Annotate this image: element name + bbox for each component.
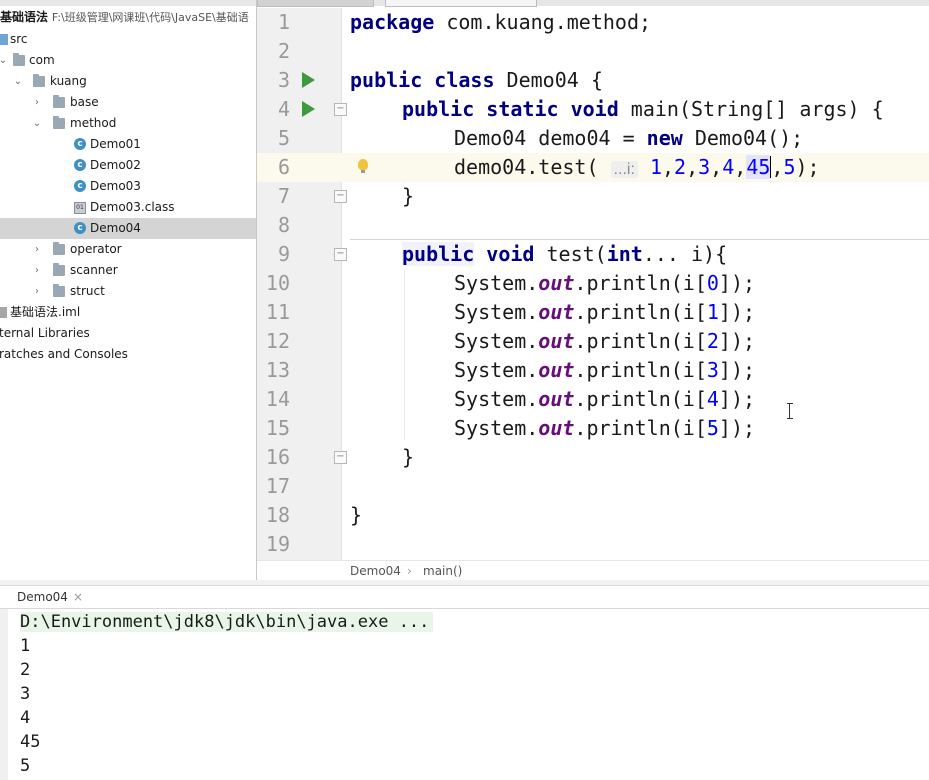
fold-icon[interactable]: −: [334, 248, 347, 261]
console-line: 1: [20, 636, 31, 656]
intention-bulb-icon[interactable]: [358, 159, 368, 173]
mouse-ibeam-cursor-icon: [787, 403, 793, 419]
tree-item-demo01[interactable]: c Demo01: [0, 134, 256, 155]
run-main-icon[interactable]: [302, 101, 315, 117]
code-editor[interactable]: 1 package com.kuang.method; 2 3 public c…: [257, 0, 929, 580]
code-line-12[interactable]: 12 System.out.println(i[2]);: [257, 327, 929, 356]
java-class-icon: c: [74, 222, 86, 234]
tree-item-module-file[interactable]: 基础语法.iml: [0, 302, 256, 323]
code-line-3[interactable]: 3 public class Demo04 {: [257, 66, 929, 95]
code-line-8[interactable]: 8: [257, 211, 929, 240]
tree-item-scanner[interactable]: › scanner: [0, 260, 256, 281]
project-tree: 基础语法 F:\班级管理\网课班\代码\JavaSE\基础语 src ⌄ com…: [0, 8, 256, 365]
code-line-14[interactable]: 14 System.out.println(i[4]);: [257, 385, 929, 414]
tree-item-demo03[interactable]: c Demo03: [0, 176, 256, 197]
code-line-11[interactable]: 11 System.out.println(i[1]);: [257, 298, 929, 327]
console-line: 4: [20, 708, 31, 728]
code-line-1[interactable]: 1 package com.kuang.method;: [257, 8, 929, 37]
module-path: F:\班级管理\网课班\代码\JavaSE\基础语: [51, 11, 249, 24]
project-tool-window: 基础语法 F:\班级管理\网课班\代码\JavaSE\基础语 src ⌄ com…: [0, 0, 256, 580]
console-toolbar: [0, 609, 8, 780]
code-line-16[interactable]: 16 − }: [257, 443, 929, 472]
tree-item-com[interactable]: ⌄ com: [0, 50, 256, 71]
java-class-icon: c: [74, 159, 86, 171]
fold-end-icon[interactable]: −: [334, 190, 347, 203]
code-line-17[interactable]: 17: [257, 472, 929, 501]
run-class-icon[interactable]: [302, 72, 315, 88]
run-tool-window: Demo04 × D:\Environment\jdk8\jdk\bin\jav…: [0, 580, 929, 780]
collapse-arrow-icon[interactable]: ⌄: [32, 113, 42, 134]
expand-arrow-icon[interactable]: ›: [32, 92, 42, 113]
code-line-15[interactable]: 15 System.out.println(i[5]);: [257, 414, 929, 443]
tree-item-kuang[interactable]: ⌄ kuang: [0, 71, 256, 92]
close-icon[interactable]: ×: [73, 586, 83, 608]
console-output[interactable]: D:\Environment\jdk8\jdk\bin\java.exe ...…: [20, 610, 434, 778]
fold-icon[interactable]: −: [334, 103, 347, 116]
console-line: 45: [20, 732, 41, 752]
console-command-line: D:\Environment\jdk8\jdk\bin\java.exe ...: [20, 612, 434, 632]
tree-item-external-libraries[interactable]: ternal Libraries: [0, 323, 256, 344]
tree-item-demo02[interactable]: c Demo02: [0, 155, 256, 176]
code-line-19[interactable]: 19: [257, 530, 929, 559]
tree-item-demo03-class[interactable]: 01 Demo03.class: [0, 197, 256, 218]
tree-item-struct[interactable]: › struct: [0, 281, 256, 302]
tree-item-operator[interactable]: › operator: [0, 239, 256, 260]
source-folder-icon: [0, 34, 8, 45]
run-panel-header: [0, 580, 929, 586]
run-tab-demo04[interactable]: Demo04 ×: [0, 586, 90, 608]
run-tab-label: Demo04: [17, 590, 68, 604]
console-line: 2: [20, 660, 31, 680]
module-name: 基础语法: [0, 10, 49, 24]
package-icon: [53, 116, 65, 129]
divider: [0, 608, 929, 609]
code-line-13[interactable]: 13 System.out.println(i[3]);: [257, 356, 929, 385]
editor-tab[interactable]: [257, 0, 374, 7]
package-icon: [53, 242, 65, 255]
package-icon: [53, 263, 65, 276]
tree-item-scratches-and-consoles[interactable]: ratches and Consoles: [0, 344, 256, 365]
project-root-header[interactable]: 基础语法 F:\班级管理\网课班\代码\JavaSE\基础语: [0, 8, 256, 29]
editor-tab-strip: [257, 0, 929, 7]
package-icon: [53, 284, 65, 297]
binary-file-icon: 01: [74, 202, 86, 214]
code-line-10[interactable]: 10 System.out.println(i[0]);: [257, 269, 929, 298]
code-line-5[interactable]: 5 Demo04 demo04 = new Demo04();: [257, 124, 929, 153]
expand-arrow-icon[interactable]: ›: [32, 281, 42, 302]
breadcrumb-class[interactable]: Demo04: [350, 561, 401, 580]
console-line: 5: [20, 756, 31, 776]
code-line-7[interactable]: 7 − }: [257, 182, 929, 211]
expand-arrow-icon[interactable]: ›: [32, 239, 42, 260]
breadcrumb-separator-icon: ›: [407, 564, 412, 578]
console-line: 3: [20, 684, 31, 704]
code-line-18[interactable]: 18 }: [257, 501, 929, 530]
tree-item-base[interactable]: › base: [0, 92, 256, 113]
code-line-2[interactable]: 2: [257, 37, 929, 66]
package-icon: [33, 74, 45, 87]
java-class-icon: c: [74, 138, 86, 150]
breadcrumb: Demo04 › main(): [257, 560, 929, 580]
package-icon: [53, 95, 65, 108]
module-file-icon: [0, 307, 7, 318]
code-line-4[interactable]: 4 − public static void main(String[] arg…: [257, 95, 929, 124]
tree-item-demo04[interactable]: c Demo04: [0, 218, 256, 239]
collapse-arrow-icon[interactable]: ⌄: [0, 50, 8, 71]
code-line-6[interactable]: 6 demo04.test( ...i: 1,2,3,4,45,5);: [257, 153, 929, 182]
fold-end-icon[interactable]: −: [334, 451, 347, 464]
editor-tab-active[interactable]: [385, 0, 537, 7]
expand-arrow-icon[interactable]: ›: [32, 260, 42, 281]
project-toolbar: [0, 0, 256, 6]
code-line-9[interactable]: 9 − public void test(int... i){: [257, 240, 929, 269]
tree-item-src[interactable]: src: [0, 29, 256, 50]
package-icon: [13, 53, 25, 66]
collapse-arrow-icon[interactable]: ⌄: [13, 71, 23, 92]
java-class-icon: c: [74, 180, 86, 192]
tree-item-method[interactable]: ⌄ method: [0, 113, 256, 134]
parameter-hint: ...i:: [610, 161, 638, 178]
breadcrumb-method[interactable]: main(): [423, 561, 462, 580]
